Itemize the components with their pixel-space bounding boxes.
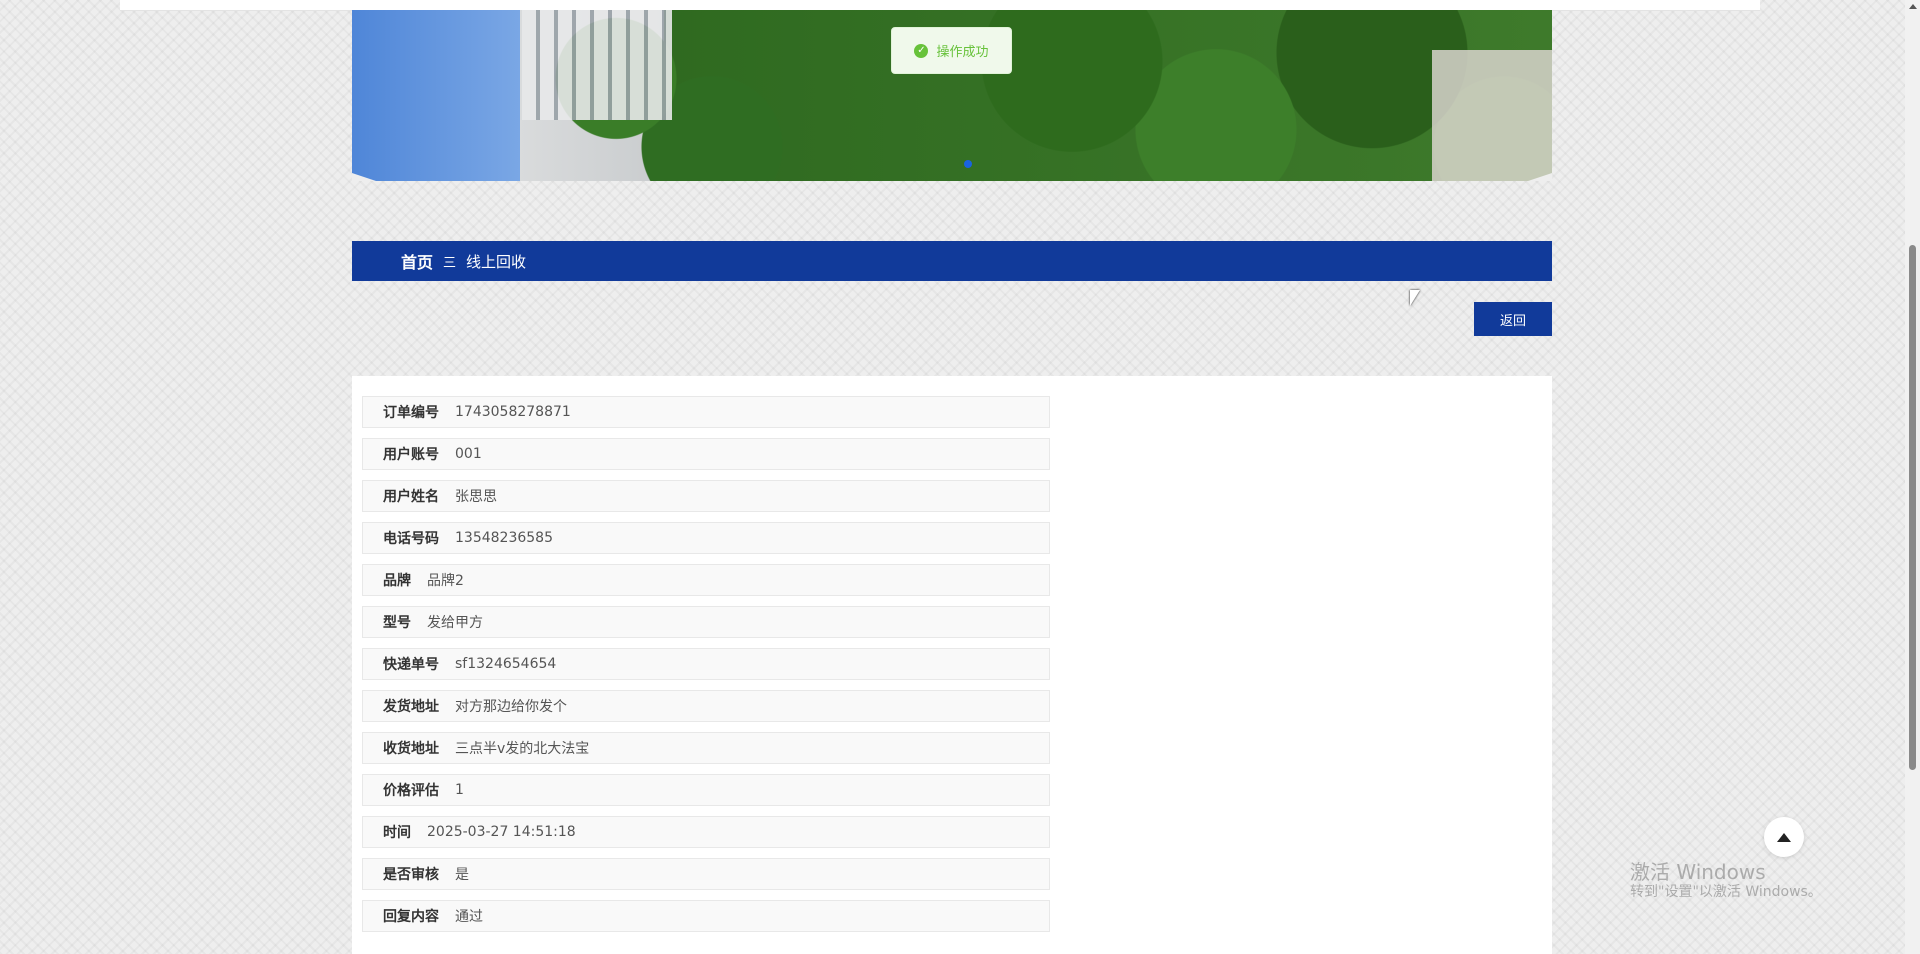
detail-row-user-name: 用户姓名 张思思 (362, 480, 1050, 512)
detail-panel: 订单编号 1743058278871 用户账号 001 用户姓名 张思思 电话号… (352, 376, 1552, 954)
field-label: 收货地址 (383, 741, 439, 757)
breadcrumb: 首页 三 线上回收 (352, 241, 1552, 281)
field-value: 13548236585 (455, 530, 553, 546)
detail-row-ship-address: 发货地址 对方那边给你发个 (362, 690, 1050, 722)
field-value: 1 (455, 782, 464, 798)
detail-row-reply: 回复内容 通过 (362, 900, 1050, 932)
detail-row-user-account: 用户账号 001 (362, 438, 1050, 470)
banner-building (522, 10, 672, 120)
toast-message: 操作成功 (936, 45, 989, 60)
field-label: 电话号码 (383, 531, 439, 547)
field-value: 对方那边给你发个 (455, 699, 567, 715)
detail-row-brand: 品牌 品牌2 (362, 564, 1050, 596)
back-button[interactable]: 返回 (1474, 302, 1552, 336)
vertical-scrollbar[interactable] (1905, 0, 1920, 954)
field-label: 发货地址 (383, 699, 439, 715)
carousel-indicator[interactable] (964, 160, 972, 168)
field-label: 用户账号 (383, 447, 439, 463)
watermark-subtitle: 转到"设置"以激活 Windows。 (1630, 884, 1822, 900)
field-label: 型号 (383, 615, 411, 631)
scrollbar-thumb[interactable] (1909, 245, 1916, 770)
field-value: 001 (455, 446, 482, 462)
success-toast: ✓ 操作成功 (891, 27, 1012, 74)
detail-row-reviewed: 是否审核 是 (362, 858, 1050, 890)
field-label: 回复内容 (383, 909, 439, 925)
windows-activation-watermark: 激活 Windows 转到"设置"以激活 Windows。 (1630, 860, 1822, 901)
breadcrumb-separator: 三 (443, 255, 457, 271)
field-label: 快递单号 (383, 657, 439, 673)
check-circle-icon: ✓ (914, 43, 929, 58)
banner-building-right (1432, 50, 1552, 181)
field-value: 品牌2 (427, 573, 464, 589)
field-value: 张思思 (455, 489, 497, 505)
detail-row-phone: 电话号码 13548236585 (362, 522, 1050, 554)
field-value: 通过 (455, 909, 483, 925)
field-value: 1743058278871 (455, 404, 571, 420)
caret-up-icon (1777, 832, 1791, 842)
mouse-cursor-icon (1410, 290, 1420, 306)
field-label: 订单编号 (383, 405, 439, 421)
watermark-title: 激活 Windows (1630, 860, 1766, 884)
detail-row-order-no: 订单编号 1743058278871 (362, 396, 1050, 428)
field-label: 品牌 (383, 573, 411, 589)
field-value: sf1324654654 (455, 656, 557, 672)
detail-row-price-estimate: 价格评估 1 (362, 774, 1050, 806)
detail-row-tracking-no: 快递单号 sf1324654654 (362, 648, 1050, 680)
field-label: 价格评估 (383, 783, 439, 799)
detail-row-receive-address: 收货地址 三点半v发的北大法宝 (362, 732, 1050, 764)
field-value: 发给甲方 (427, 615, 483, 631)
field-label: 用户姓名 (383, 489, 439, 505)
field-value: 是 (455, 867, 469, 883)
field-label: 时间 (383, 825, 411, 841)
scroll-up-icon[interactable] (1909, 4, 1917, 9)
field-label: 是否审核 (383, 867, 439, 883)
breadcrumb-current[interactable]: 线上回收 (466, 251, 526, 272)
breadcrumb-home[interactable]: 首页 (401, 249, 433, 273)
back-to-top-button[interactable] (1764, 817, 1804, 857)
field-value: 三点半v发的北大法宝 (455, 741, 590, 757)
field-value: 2025-03-27 14:51:18 (427, 824, 576, 840)
detail-row-model: 型号 发给甲方 (362, 606, 1050, 638)
detail-row-time: 时间 2025-03-27 14:51:18 (362, 816, 1050, 848)
